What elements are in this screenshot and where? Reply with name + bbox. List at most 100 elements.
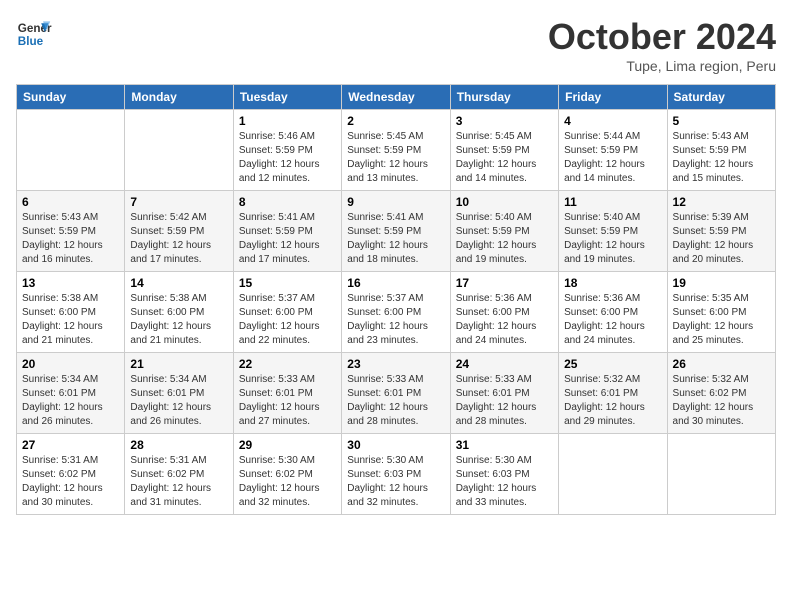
calendar-week-row: 6Sunrise: 5:43 AM Sunset: 5:59 PM Daylig… (17, 191, 776, 272)
day-detail: Sunrise: 5:43 AM Sunset: 5:59 PM Dayligh… (22, 211, 119, 267)
day-number: 25 (564, 357, 661, 371)
calendar-cell (17, 110, 125, 191)
calendar-cell: 28Sunrise: 5:31 AM Sunset: 6:02 PM Dayli… (125, 434, 233, 515)
day-detail: Sunrise: 5:40 AM Sunset: 5:59 PM Dayligh… (456, 211, 553, 267)
calendar-cell: 21 Sunrise: 5:34 AM Sunset: 6:01 PM Dayli… (125, 353, 233, 434)
day-detail: Sunrise: 5:45 AM Sunset: 5:59 PM Dayligh… (456, 130, 553, 186)
calendar-cell: 19Sunrise: 5:35 AM Sunset: 6:00 PM Dayli… (667, 272, 775, 353)
day-number: 18 (564, 276, 661, 290)
day-number: 9 (347, 195, 444, 209)
calendar-cell: 6Sunrise: 5:43 AM Sunset: 5:59 PM Daylig… (17, 191, 125, 272)
day-number: 21 (130, 357, 227, 371)
calendar-cell (559, 434, 667, 515)
calendar-cell (125, 110, 233, 191)
day-detail: Sunrise: 5:30 AM Sunset: 6:03 PM Dayligh… (347, 454, 444, 510)
calendar-cell: 9 Sunrise: 5:41 AM Sunset: 5:59 PM Daylig… (342, 191, 450, 272)
calendar-cell: 24 Sunrise: 5:33 AM Sunset: 6:01 PM Dayli… (450, 353, 558, 434)
calendar-cell: 13Sunrise: 5:38 AM Sunset: 6:00 PM Dayli… (17, 272, 125, 353)
day-number: 16 (347, 276, 444, 290)
calendar-cell: 15 Sunrise: 5:37 AM Sunset: 6:00 PM Dayli… (233, 272, 341, 353)
calendar-cell: 11 Sunrise: 5:40 AM Sunset: 5:59 PM Dayli… (559, 191, 667, 272)
calendar-day-header: Monday (125, 85, 233, 110)
calendar-cell: 27 Sunrise: 5:31 AM Sunset: 6:02 PM Dayli… (17, 434, 125, 515)
day-number: 17 (456, 276, 553, 290)
day-number: 14 (130, 276, 227, 290)
day-detail: Sunrise: 5:35 AM Sunset: 6:00 PM Dayligh… (673, 292, 770, 348)
calendar-cell: 22Sunrise: 5:33 AM Sunset: 6:01 PM Dayli… (233, 353, 341, 434)
svg-text:Blue: Blue (18, 35, 44, 48)
day-number: 7 (130, 195, 227, 209)
day-detail: Sunrise: 5:30 AM Sunset: 6:02 PM Dayligh… (239, 454, 336, 510)
calendar-header-row: SundayMondayTuesdayWednesdayThursdayFrid… (17, 85, 776, 110)
day-detail: Sunrise: 5:38 AM Sunset: 6:00 PM Dayligh… (22, 292, 119, 348)
day-detail: Sunrise: 5:45 AM Sunset: 5:59 PM Dayligh… (347, 130, 444, 186)
day-detail: Sunrise: 5:40 AM Sunset: 5:59 PM Dayligh… (564, 211, 661, 267)
day-number: 24 (456, 357, 553, 371)
calendar-cell: 30 Sunrise: 5:30 AM Sunset: 6:03 PM Dayli… (342, 434, 450, 515)
calendar-cell: 14Sunrise: 5:38 AM Sunset: 6:00 PM Dayli… (125, 272, 233, 353)
day-number: 3 (456, 114, 553, 128)
day-number: 30 (347, 438, 444, 452)
page-title: October 2024 (548, 16, 776, 58)
day-detail: Sunrise: 5:32 AM Sunset: 6:01 PM Dayligh… (564, 373, 661, 429)
day-number: 4 (564, 114, 661, 128)
calendar-cell: 31 Sunrise: 5:30 AM Sunset: 6:03 PM Dayli… (450, 434, 558, 515)
logo: General Blue (16, 16, 52, 52)
day-detail: Sunrise: 5:43 AM Sunset: 5:59 PM Dayligh… (673, 130, 770, 186)
day-number: 29 (239, 438, 336, 452)
calendar-week-row: 20 Sunrise: 5:34 AM Sunset: 6:01 PM Dayli… (17, 353, 776, 434)
day-detail: Sunrise: 5:33 AM Sunset: 6:01 PM Dayligh… (456, 373, 553, 429)
calendar-cell: 10 Sunrise: 5:40 AM Sunset: 5:59 PM Dayli… (450, 191, 558, 272)
day-number: 26 (673, 357, 770, 371)
page-subtitle: Tupe, Lima region, Peru (548, 58, 776, 74)
day-number: 23 (347, 357, 444, 371)
day-number: 20 (22, 357, 119, 371)
calendar-week-row: 1 Sunrise: 5:46 AM Sunset: 5:59 PM Daylig… (17, 110, 776, 191)
day-detail: Sunrise: 5:31 AM Sunset: 6:02 PM Dayligh… (22, 454, 119, 510)
calendar-week-row: 27 Sunrise: 5:31 AM Sunset: 6:02 PM Dayli… (17, 434, 776, 515)
day-detail: Sunrise: 5:31 AM Sunset: 6:02 PM Dayligh… (130, 454, 227, 510)
day-number: 5 (673, 114, 770, 128)
day-number: 10 (456, 195, 553, 209)
day-number: 2 (347, 114, 444, 128)
day-number: 31 (456, 438, 553, 452)
day-detail: Sunrise: 5:30 AM Sunset: 6:03 PM Dayligh… (456, 454, 553, 510)
calendar-cell: 17Sunrise: 5:36 AM Sunset: 6:00 PM Dayli… (450, 272, 558, 353)
calendar-cell: 1 Sunrise: 5:46 AM Sunset: 5:59 PM Daylig… (233, 110, 341, 191)
calendar-day-header: Wednesday (342, 85, 450, 110)
title-area: October 2024 Tupe, Lima region, Peru (548, 16, 776, 74)
day-detail: Sunrise: 5:42 AM Sunset: 5:59 PM Dayligh… (130, 211, 227, 267)
day-number: 11 (564, 195, 661, 209)
day-detail: Sunrise: 5:34 AM Sunset: 6:01 PM Dayligh… (22, 373, 119, 429)
header: General Blue October 2024 Tupe, Lima reg… (16, 16, 776, 74)
calendar-cell: 25 Sunrise: 5:32 AM Sunset: 6:01 PM Dayli… (559, 353, 667, 434)
calendar-cell: 23 Sunrise: 5:33 AM Sunset: 6:01 PM Dayli… (342, 353, 450, 434)
calendar-table: SundayMondayTuesdayWednesdayThursdayFrid… (16, 84, 776, 515)
day-detail: Sunrise: 5:41 AM Sunset: 5:59 PM Dayligh… (347, 211, 444, 267)
day-detail: Sunrise: 5:46 AM Sunset: 5:59 PM Dayligh… (239, 130, 336, 186)
day-detail: Sunrise: 5:41 AM Sunset: 5:59 PM Dayligh… (239, 211, 336, 267)
calendar-day-header: Saturday (667, 85, 775, 110)
day-number: 15 (239, 276, 336, 290)
day-number: 27 (22, 438, 119, 452)
day-detail: Sunrise: 5:33 AM Sunset: 6:01 PM Dayligh… (347, 373, 444, 429)
calendar-week-row: 13Sunrise: 5:38 AM Sunset: 6:00 PM Dayli… (17, 272, 776, 353)
day-detail: Sunrise: 5:37 AM Sunset: 6:00 PM Dayligh… (347, 292, 444, 348)
day-detail: Sunrise: 5:36 AM Sunset: 6:00 PM Dayligh… (564, 292, 661, 348)
calendar-cell: 20 Sunrise: 5:34 AM Sunset: 6:01 PM Dayli… (17, 353, 125, 434)
calendar-day-header: Thursday (450, 85, 558, 110)
calendar-cell: 16 Sunrise: 5:37 AM Sunset: 6:00 PM Dayli… (342, 272, 450, 353)
day-number: 12 (673, 195, 770, 209)
calendar-cell: 4 Sunrise: 5:44 AM Sunset: 5:59 PM Daylig… (559, 110, 667, 191)
calendar-cell (667, 434, 775, 515)
day-detail: Sunrise: 5:44 AM Sunset: 5:59 PM Dayligh… (564, 130, 661, 186)
calendar-cell: 5 Sunrise: 5:43 AM Sunset: 5:59 PM Daylig… (667, 110, 775, 191)
logo-icon: General Blue (16, 16, 52, 52)
day-number: 1 (239, 114, 336, 128)
day-detail: Sunrise: 5:37 AM Sunset: 6:00 PM Dayligh… (239, 292, 336, 348)
day-number: 8 (239, 195, 336, 209)
day-detail: Sunrise: 5:34 AM Sunset: 6:01 PM Dayligh… (130, 373, 227, 429)
calendar-day-header: Tuesday (233, 85, 341, 110)
calendar-cell: 8 Sunrise: 5:41 AM Sunset: 5:59 PM Daylig… (233, 191, 341, 272)
calendar-cell: 18 Sunrise: 5:36 AM Sunset: 6:00 PM Dayli… (559, 272, 667, 353)
